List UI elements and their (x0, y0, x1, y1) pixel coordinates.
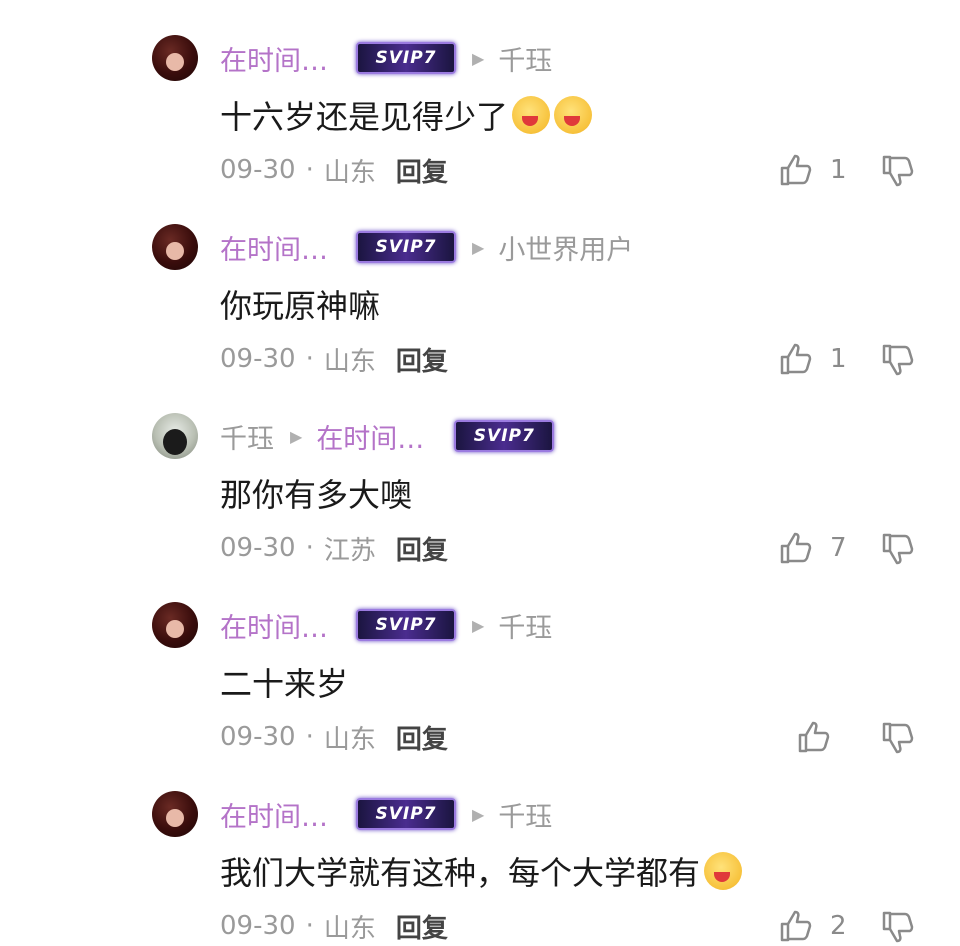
reply-to-username[interactable]: 小世界用户 (498, 228, 633, 267)
username[interactable]: 在时间… (220, 228, 328, 267)
username[interactable]: 千珏 (220, 417, 274, 456)
like-button[interactable] (796, 717, 848, 757)
comment-location: 山东 (323, 157, 376, 188)
svip-badge: SVIP7 (356, 798, 456, 830)
like-count: 2 (830, 911, 847, 941)
thumbs-down-icon[interactable] (880, 720, 916, 756)
comment-date: 09-30 (220, 533, 296, 563)
like-button[interactable]: 1 (778, 339, 847, 379)
comment-text: 你玩原神嘛 (220, 281, 380, 327)
thumbs-up-icon (798, 721, 830, 753)
comment-item: 在时间… SVIP7 ▶ 小世界用户 你玩原神嘛 09-30 · 山东 回复 1 (0, 189, 960, 379)
comment-location: 山东 (323, 724, 376, 755)
like-button[interactable]: 7 (778, 528, 847, 568)
svip-badge: SVIP7 (356, 42, 456, 74)
thumbs-up-icon (780, 343, 812, 375)
avatar[interactable] (152, 602, 198, 648)
thumbs-up-icon (780, 910, 812, 942)
thumbs-up-icon (780, 532, 812, 564)
comment-location: 山东 (323, 346, 376, 377)
comment-body: 我们大学就有这种，每个大学都有 (220, 854, 701, 892)
avatar[interactable] (152, 224, 198, 270)
comment-meta: 09-30 · 山东 回复 (220, 341, 448, 377)
comment-date: 09-30 (220, 344, 296, 374)
like-count: 1 (830, 155, 847, 185)
comment-text: 十六岁还是见得少了 (220, 92, 593, 138)
comment-date: 09-30 (220, 722, 296, 752)
comment-location: 山东 (323, 913, 376, 944)
username[interactable]: 在时间… (220, 39, 328, 78)
thumbs-down-icon[interactable] (880, 909, 916, 945)
avatar[interactable] (152, 413, 198, 459)
comment-date: 09-30 (220, 911, 296, 941)
comment-body: 你玩原神嘛 (220, 287, 381, 325)
like-button[interactable]: 1 (778, 150, 847, 190)
like-count: 1 (830, 344, 847, 374)
avatar[interactable] (152, 35, 198, 81)
username[interactable]: 在时间… (220, 795, 328, 834)
reply-arrow-icon: ▶ (290, 426, 303, 446)
thumbs-up-icon (780, 154, 812, 186)
comment-body: 二十来岁 (220, 665, 349, 703)
thumbs-down-icon[interactable] (880, 531, 916, 567)
drooling-face-emoji-icon (704, 852, 743, 890)
reply-arrow-icon: ▶ (472, 804, 485, 824)
like-button[interactable]: 2 (778, 906, 847, 946)
comment-header: 在时间… SVIP7 ▶ 千珏 (220, 794, 552, 834)
thumbs-down-icon[interactable] (880, 153, 916, 189)
svip-badge: SVIP7 (454, 420, 555, 452)
comment-item: 在时间… SVIP7 ▶ 千珏 我们大学就有这种，每个大学都有 09-30 · … (0, 756, 960, 946)
drooling-face-emoji-icon (554, 96, 593, 134)
comment-text: 那你有多大噢 (220, 470, 412, 516)
like-count: 7 (830, 533, 847, 563)
comment-meta: 09-30 · 江苏 回复 (220, 530, 448, 566)
svip-badge: SVIP7 (356, 231, 456, 263)
comment-text: 二十来岁 (220, 659, 348, 705)
reply-button[interactable]: 回复 (396, 719, 448, 756)
reply-button[interactable]: 回复 (396, 341, 448, 378)
comment-item: 在时间… SVIP7 ▶ 千珏 十六岁还是见得少了 09-30 · 山东 回复 … (0, 0, 960, 190)
separator: · (305, 533, 314, 563)
svip-badge: SVIP7 (356, 609, 456, 641)
reply-button[interactable]: 回复 (396, 152, 448, 189)
reply-to-username[interactable]: 千珏 (498, 606, 552, 645)
comment-header: 千珏 ▶ 在时间… SVIP7 (220, 416, 555, 456)
reply-arrow-icon: ▶ (472, 48, 485, 68)
separator: · (305, 344, 314, 374)
comment-meta: 09-30 · 山东 回复 (220, 908, 448, 944)
reply-arrow-icon: ▶ (472, 615, 485, 635)
reply-arrow-icon: ▶ (472, 237, 485, 257)
comment-item: 千珏 ▶ 在时间… SVIP7 那你有多大噢 09-30 · 江苏 回复 7 (0, 378, 960, 568)
comment-header: 在时间… SVIP7 ▶ 小世界用户 (220, 227, 633, 267)
username[interactable]: 在时间… (220, 606, 328, 645)
separator: · (305, 722, 314, 752)
separator: · (305, 155, 314, 185)
comment-body: 十六岁还是见得少了 (220, 98, 509, 136)
avatar[interactable] (152, 791, 198, 837)
comment-location: 江苏 (323, 535, 376, 566)
separator: · (305, 911, 314, 941)
reply-to-username[interactable]: 在时间… (316, 417, 424, 456)
reply-button[interactable]: 回复 (396, 530, 448, 567)
comment-text: 我们大学就有这种，每个大学都有 (220, 848, 743, 894)
comment-header: 在时间… SVIP7 ▶ 千珏 (220, 38, 552, 78)
comment-meta: 09-30 · 山东 回复 (220, 719, 448, 755)
reply-button[interactable]: 回复 (396, 908, 448, 945)
thumbs-down-icon[interactable] (880, 342, 916, 378)
comment-meta: 09-30 · 山东 回复 (220, 152, 448, 188)
comment-item: 在时间… SVIP7 ▶ 千珏 二十来岁 09-30 · 山东 回复 (0, 567, 960, 757)
comment-date: 09-30 (220, 155, 296, 185)
reply-to-username[interactable]: 千珏 (498, 795, 552, 834)
comment-body: 那你有多大噢 (220, 476, 413, 514)
reply-to-username[interactable]: 千珏 (498, 39, 552, 78)
comment-header: 在时间… SVIP7 ▶ 千珏 (220, 605, 552, 645)
drooling-face-emoji-icon (512, 96, 551, 134)
